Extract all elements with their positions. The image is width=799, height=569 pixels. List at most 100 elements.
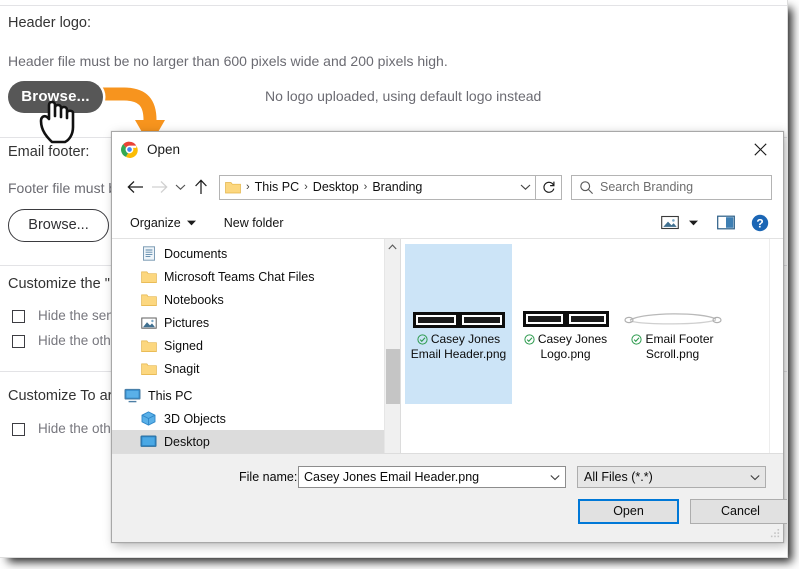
file-name-label: Casey Jones Email Header.png: [407, 332, 510, 362]
scrollbar-thumb[interactable]: [386, 349, 400, 404]
recent-locations-button[interactable]: [171, 175, 189, 199]
screenshot-root: Header logo: Header file must be no larg…: [0, 0, 788, 558]
navigation-pane: Documents Microsoft Teams Chat Files Not…: [112, 239, 401, 479]
footer-browse-button[interactable]: Browse...: [8, 209, 109, 242]
nav-item-label: Signed: [164, 338, 203, 353]
checkbox-hide-other-from-label: Hide the othe: [38, 333, 119, 348]
refresh-button[interactable]: [536, 174, 562, 200]
arrow-left-icon: [126, 181, 143, 193]
file-thumbnail: [514, 248, 617, 332]
breadcrumb-item-this-pc[interactable]: This PC: [253, 180, 301, 194]
preview-pane-button[interactable]: [713, 212, 739, 234]
dialog-titlebar: Open: [112, 132, 783, 167]
header-browse-button[interactable]: Browse...: [8, 81, 103, 113]
folder-icon: [140, 338, 157, 354]
up-one-level-button[interactable]: [189, 175, 213, 199]
back-button[interactable]: [123, 175, 147, 199]
dialog-navigation-bar: › This PC › Desktop › Branding Search Br…: [112, 167, 783, 207]
no-logo-status: No logo uploaded, using default logo ins…: [265, 88, 542, 104]
folder-icon: [225, 182, 241, 194]
file-type-dropdown-button[interactable]: [745, 474, 765, 481]
nav-item-label: Desktop: [164, 434, 210, 449]
checkbox-hide-sender[interactable]: [12, 310, 25, 323]
nav-item-pictures[interactable]: Pictures: [112, 311, 400, 334]
file-pane-scrollbar[interactable]: [769, 239, 783, 479]
file-item-casey-jones-email-header[interactable]: Casey Jones Email Header.png: [405, 244, 512, 404]
file-name-value: Casey Jones Email Header.png: [304, 470, 480, 484]
arrow-right-icon: [151, 181, 168, 193]
nav-item-this-pc[interactable]: This PC: [112, 384, 400, 407]
nav-item-documents[interactable]: Documents: [112, 242, 400, 265]
preview-pane-icon: [717, 215, 735, 230]
3d-objects-icon: [140, 411, 157, 427]
breadcrumb: › This PC › Desktop › Branding: [243, 180, 515, 194]
resize-grip-icon[interactable]: [770, 529, 780, 539]
dialog-body: Documents Microsoft Teams Chat Files Not…: [112, 239, 783, 479]
open-button[interactable]: Open: [578, 499, 679, 524]
help-button[interactable]: ?: [747, 212, 773, 234]
breadcrumb-separator[interactable]: ›: [361, 181, 371, 193]
cloud-available-icon: [524, 334, 535, 345]
file-thumbnail: [407, 248, 510, 332]
address-bar[interactable]: › This PC › Desktop › Branding: [219, 174, 536, 200]
file-name-input[interactable]: Casey Jones Email Header.png: [298, 466, 566, 488]
view-layout-icon: [661, 215, 679, 230]
customize-from-heading: Customize the ": [8, 276, 110, 292]
view-options-dropdown[interactable]: [683, 212, 703, 234]
file-list-pane: Casey Jones Email Header.png Casey Jones…: [401, 239, 783, 479]
file-name-label: Casey Jones Logo.png: [514, 332, 617, 362]
change-view-button[interactable]: [657, 212, 683, 234]
nav-item-notebooks[interactable]: Notebooks: [112, 288, 400, 311]
chevron-down-icon: [550, 474, 560, 480]
nav-item-label: This PC: [148, 388, 193, 403]
chevron-up-icon: [388, 244, 397, 250]
open-file-dialog: Open › This PC › Desktop › Branding Sear…: [111, 131, 787, 543]
nav-item-microsoft-teams-chat-files[interactable]: Microsoft Teams Chat Files: [112, 265, 400, 288]
file-type-filter[interactable]: All Files (*.*): [577, 466, 766, 488]
cancel-button[interactable]: Cancel: [690, 499, 787, 524]
file-name-label: Email Footer Scroll.png: [621, 332, 724, 362]
breadcrumb-item-desktop[interactable]: Desktop: [311, 180, 361, 194]
folder-icon: [140, 292, 157, 308]
search-input[interactable]: Search Branding: [600, 180, 693, 194]
close-icon: [753, 142, 767, 156]
organize-label: Organize: [130, 215, 181, 230]
search-icon: [580, 180, 594, 194]
breadcrumb-item-branding[interactable]: Branding: [370, 180, 424, 194]
nav-item-desktop[interactable]: Desktop: [112, 430, 400, 453]
nav-item-signed[interactable]: Signed: [112, 334, 400, 357]
file-item-casey-jones-logo[interactable]: Casey Jones Logo.png: [512, 244, 619, 404]
desktop-icon: [140, 434, 157, 450]
casey-jones-logo-thumb-icon: [412, 312, 505, 328]
file-name-text: Email Footer Scroll.png: [645, 332, 714, 361]
arrow-up-icon: [195, 179, 207, 194]
scroll-divider-thumb-icon: [623, 313, 722, 325]
organize-button[interactable]: Organize: [126, 214, 200, 232]
forward-button[interactable]: [147, 175, 171, 199]
pictures-icon: [140, 315, 157, 331]
refresh-icon: [542, 181, 554, 193]
folder-icon: [140, 361, 157, 377]
dialog-command-bar: Organize New folder ?: [112, 207, 783, 239]
customize-to-heading: Customize To ar: [8, 388, 113, 404]
navigation-pane-scrollbar[interactable]: [384, 239, 400, 479]
file-grid: Casey Jones Email Header.png Casey Jones…: [401, 239, 783, 404]
breadcrumb-separator[interactable]: ›: [301, 181, 311, 193]
search-box[interactable]: Search Branding: [571, 174, 772, 200]
breadcrumb-separator[interactable]: ›: [243, 181, 253, 193]
cloud-available-icon: [417, 334, 428, 345]
checkbox-hide-other-to[interactable]: [12, 423, 25, 436]
checkbox-hide-other-from[interactable]: [12, 335, 25, 348]
chevron-down-icon: [750, 474, 760, 480]
footer-size-note: Footer file must b: [8, 180, 117, 196]
file-item-email-footer-scroll[interactable]: Email Footer Scroll.png: [619, 244, 726, 404]
file-name-dropdown-button[interactable]: [545, 474, 565, 481]
nav-item-snagit[interactable]: Snagit: [112, 357, 400, 380]
close-button[interactable]: [737, 132, 783, 166]
scroll-up-button[interactable]: [385, 239, 400, 255]
new-folder-button[interactable]: New folder: [220, 214, 288, 232]
nav-item-3d-objects[interactable]: 3D Objects: [112, 407, 400, 430]
checkbox-hide-other-to-label: Hide the othe: [38, 421, 119, 436]
file-name-text: Casey Jones Logo.png: [537, 332, 608, 361]
address-dropdown-button[interactable]: [515, 176, 535, 199]
